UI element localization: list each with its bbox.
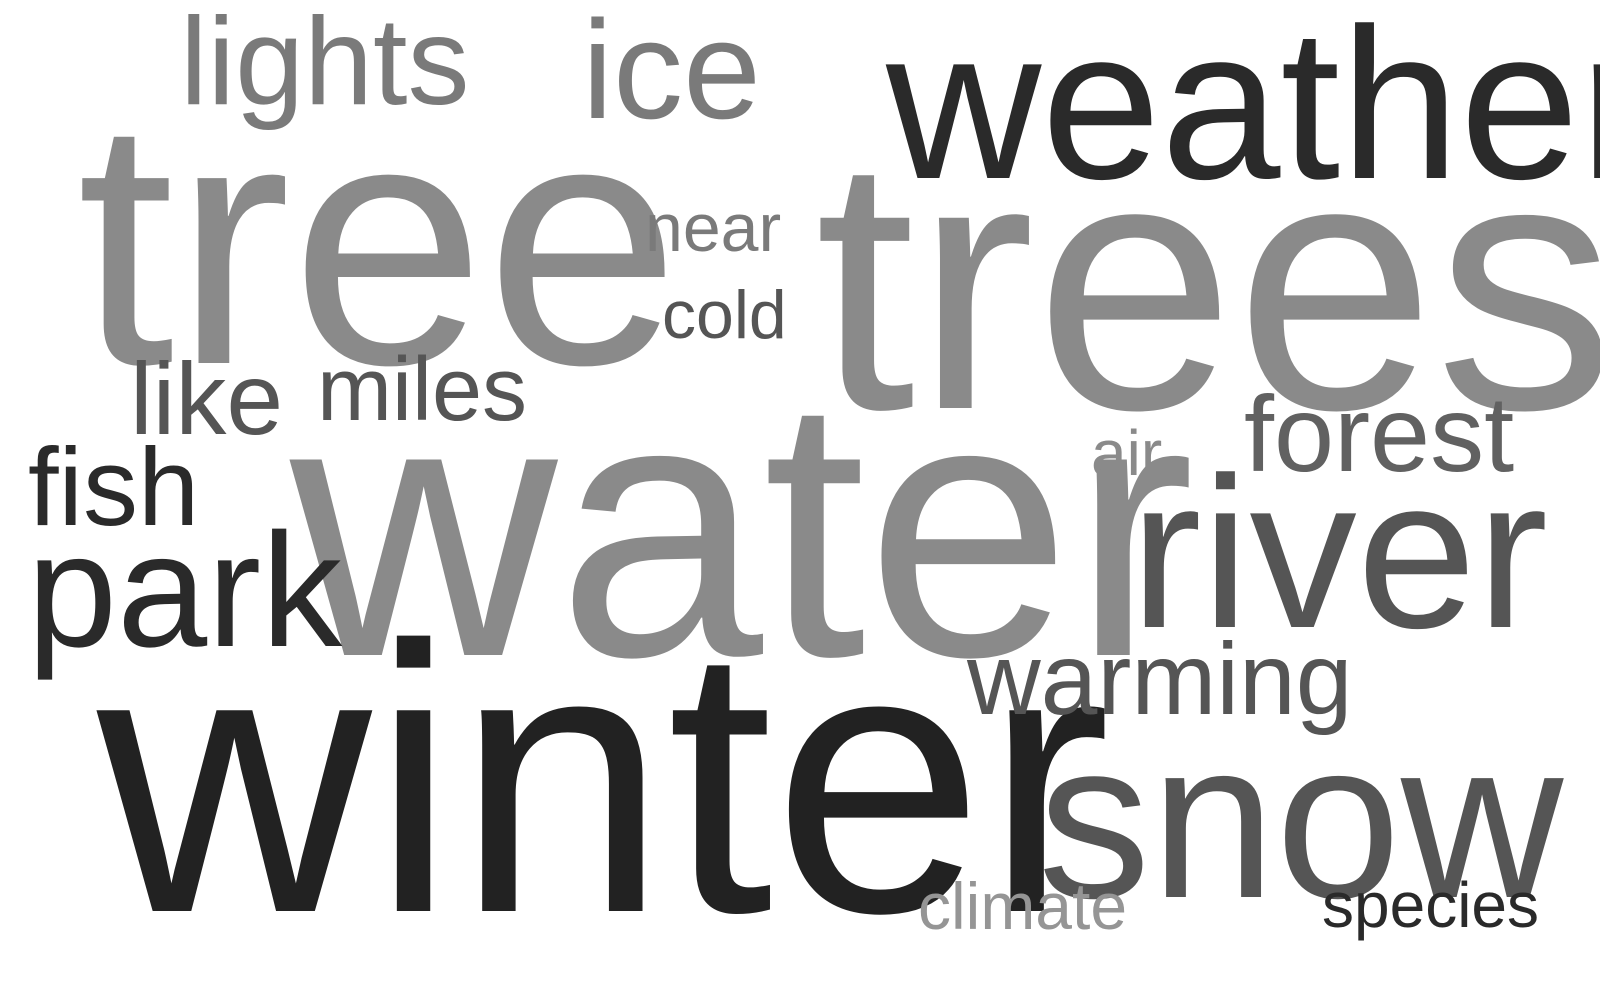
word-air: air [1091,417,1163,489]
word-weather: weather [886,0,1600,224]
word-like: like [130,342,284,456]
word-climate: climate [918,869,1128,943]
word-ice: ice [582,0,761,148]
word-forest: forest [1244,373,1515,494]
word-cold: cold [662,277,787,353]
word-cloud: winter water trees tree weather snow riv… [0,0,1600,1000]
word-miles: miles [317,340,528,440]
word-lights: lights [180,0,470,131]
word-near: near [645,190,782,266]
word-species: species [1322,869,1539,941]
word-warming: warming [967,622,1353,736]
